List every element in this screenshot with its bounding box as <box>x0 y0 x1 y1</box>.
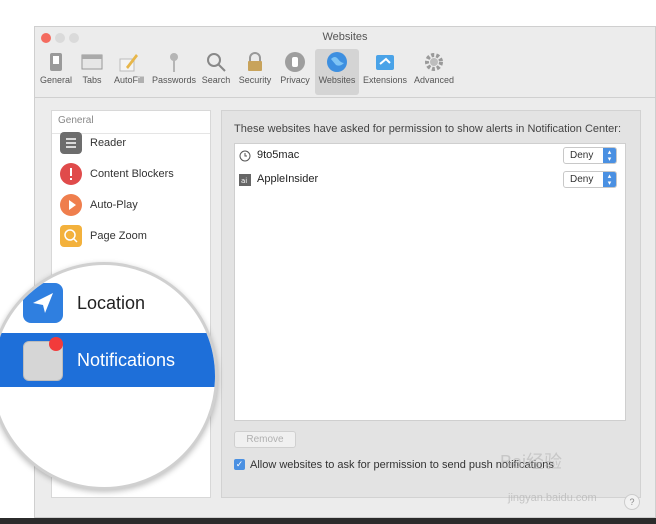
toolbar-tabs[interactable]: Tabs <box>77 49 107 95</box>
pencil-icon <box>118 51 140 73</box>
magnifier-callout: Location Notifications <box>0 262 218 490</box>
toolbar-general[interactable]: General <box>37 49 75 95</box>
gear-icon <box>423 51 445 73</box>
play-icon <box>60 194 82 216</box>
puzzle-icon <box>374 51 396 73</box>
toolbar-privacy[interactable]: Privacy <box>277 49 313 95</box>
websites-panel: These websites have asked for permission… <box>221 110 641 498</box>
permission-select[interactable]: Deny ▴ ▾ <box>563 171 617 188</box>
sidebar-item-location[interactable]: Location <box>77 293 145 314</box>
lock-icon <box>244 51 266 73</box>
remove-button[interactable]: Remove <box>234 431 296 448</box>
content-blockers-icon <box>60 163 82 185</box>
toolbar-security[interactable]: Security <box>235 49 275 95</box>
stepper-arrows-icon: ▴ ▾ <box>603 172 616 187</box>
watermark-url: jingyan.baidu.com <box>508 492 597 504</box>
reader-icon <box>60 132 82 154</box>
sidebar-item-page-zoom[interactable]: Page Zoom <box>52 223 210 249</box>
zoom-icon <box>60 225 82 247</box>
tabs-icon <box>81 51 103 73</box>
permission-description: These websites have asked for permission… <box>234 123 622 135</box>
bottom-bar <box>0 518 656 524</box>
toolbar-autofill[interactable]: AutoFill <box>109 49 149 95</box>
globe-icon <box>326 51 348 73</box>
notification-badge <box>49 337 63 351</box>
location-icon <box>23 283 63 323</box>
list-item[interactable]: ai AppleInsider Deny ▴ ▾ <box>235 168 625 192</box>
key-icon <box>163 51 185 73</box>
toolbar-passwords[interactable]: Passwords <box>151 49 197 95</box>
title-bar: Websites <box>35 27 655 47</box>
list-item[interactable]: 9to5mac Deny ▴ ▾ <box>235 144 625 168</box>
switch-icon <box>45 51 67 73</box>
svg-text:ai: ai <box>241 177 247 185</box>
website-list[interactable]: 9to5mac Deny ▴ ▾ ai AppleInsider Deny ▴ ▾ <box>234 143 626 421</box>
sidebar-item-notifications[interactable]: Notifications <box>77 350 175 371</box>
preferences-toolbar: General Tabs AutoFill Passwords Search S… <box>35 47 655 98</box>
appleinsider-icon: ai <box>239 173 251 186</box>
watermark-logo: Bai经验 <box>500 452 563 472</box>
sidebar-item-reader[interactable]: Reader <box>52 130 210 156</box>
toolbar-advanced[interactable]: Advanced <box>411 49 457 95</box>
stepper-arrows-icon: ▴ ▾ <box>603 148 616 163</box>
sidebar-item-content-blockers[interactable]: Content Blockers <box>52 161 210 187</box>
permission-select[interactable]: Deny ▴ ▾ <box>563 147 617 164</box>
toolbar-extensions[interactable]: Extensions <box>361 49 409 95</box>
toolbar-search[interactable]: Search <box>199 49 233 95</box>
window-title: Websites <box>322 31 368 43</box>
sidebar-item-auto-play[interactable]: Auto-Play <box>52 192 210 218</box>
help-icon[interactable]: ? <box>624 494 640 510</box>
hand-icon <box>284 51 306 73</box>
clock-icon <box>239 149 251 162</box>
allow-notifications-checkbox[interactable]: ✓ <box>234 459 245 470</box>
toolbar-websites[interactable]: Websites <box>315 49 359 95</box>
search-icon <box>205 51 227 73</box>
